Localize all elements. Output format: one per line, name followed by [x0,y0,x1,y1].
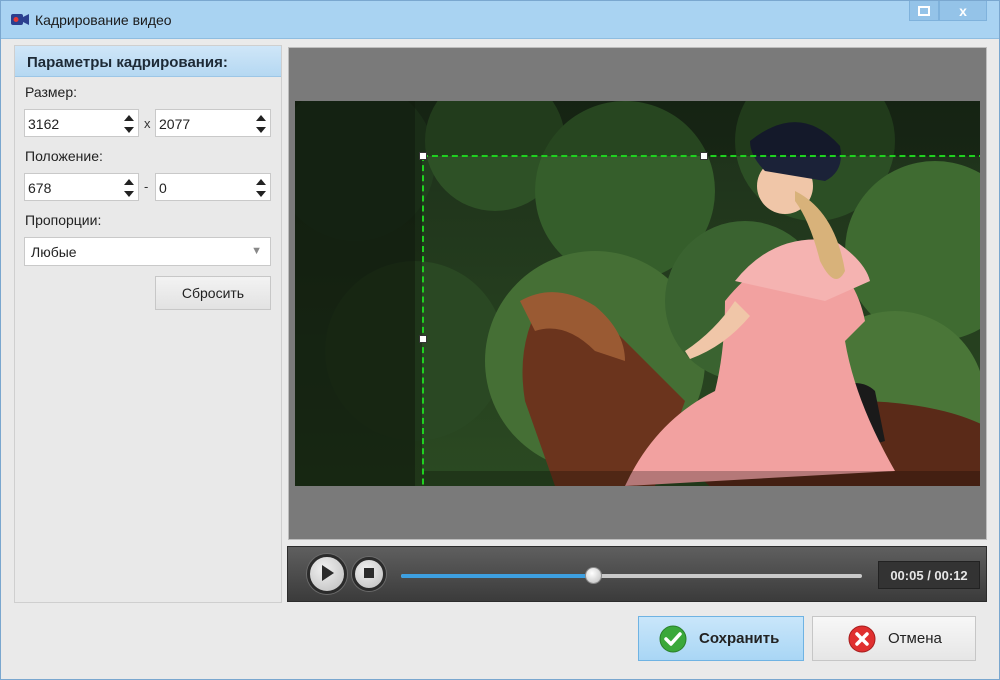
aspect-label: Пропорции: [25,212,102,228]
spin-arrows-icon[interactable] [256,114,266,134]
aspect-dropdown[interactable]: Любые ▼ [24,237,271,266]
chevron-down-icon: ▼ [251,245,262,257]
pos-x-spinbox[interactable]: 678 [24,173,139,201]
seek-bar-fill [401,574,594,578]
crop-settings-panel: Параметры кадрирования: Размер: 3162 x 2… [14,45,282,603]
title-bar: Кадрирование видео x [1,1,999,39]
seek-bar[interactable] [401,567,862,584]
width-spinbox[interactable]: 3162 [24,109,139,137]
maximize-icon [918,3,930,19]
width-value: 3162 [28,116,60,132]
check-icon [659,625,687,653]
player-controls: 00:05 / 00:12 [287,546,987,602]
seek-thumb[interactable] [585,567,603,584]
video-frame [295,101,980,486]
play-button[interactable] [307,554,347,594]
stop-button[interactable] [352,557,386,591]
spin-arrows-icon[interactable] [124,114,134,134]
time-display: 00:05 / 00:12 [878,561,980,589]
save-label: Сохранить [699,630,780,647]
size-separator: x [144,116,151,131]
stop-icon [363,566,375,582]
height-spinbox[interactable]: 2077 [155,109,271,137]
pos-y-value: 0 [159,180,167,196]
cancel-label: Отмена [888,630,942,647]
reset-button[interactable]: Сбросить [155,276,271,310]
aspect-value: Любые [31,244,77,260]
pos-y-spinbox[interactable]: 0 [155,173,271,201]
crop-handle-top[interactable] [700,152,708,160]
crop-rectangle[interactable] [419,152,980,486]
video-camera-icon [11,13,29,26]
crop-handle-top-left[interactable] [419,152,427,160]
cancel-icon [848,625,876,653]
crop-video-window: Кадрирование видео x Параметры кадрирова… [0,0,1000,680]
crop-handle-left[interactable] [419,335,427,343]
video-preview [288,47,987,540]
cancel-button[interactable]: Отмена [812,616,976,661]
size-label: Размер: [25,84,78,100]
play-icon [319,564,335,585]
position-separator: - [144,179,149,194]
panel-header: Параметры кадрирования: [15,46,281,77]
spin-arrows-icon[interactable] [124,178,134,198]
height-value: 2077 [159,116,191,132]
close-button[interactable]: x [939,1,987,21]
position-label: Положение: [25,148,103,164]
save-button[interactable]: Сохранить [638,616,804,661]
spin-arrows-icon[interactable] [256,178,266,198]
pos-x-value: 678 [28,180,52,196]
close-icon: x [959,2,967,19]
maximize-button[interactable] [909,1,939,21]
window-title: Кадрирование видео [35,12,172,28]
